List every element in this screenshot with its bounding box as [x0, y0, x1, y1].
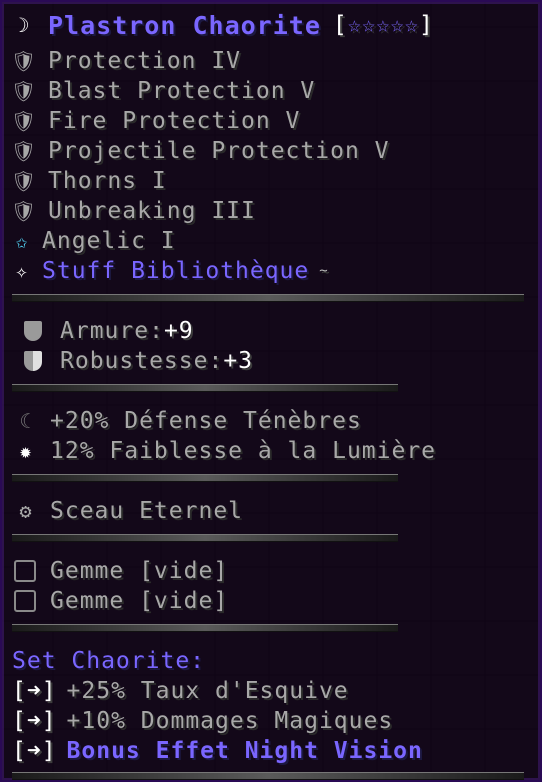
- armor-icon: 🛡: [10, 79, 38, 103]
- effect-label: 12% Faiblesse à la Lumière: [50, 438, 437, 464]
- arrow-icon: [➜]: [12, 738, 57, 764]
- armor-icon: 🛡: [10, 199, 38, 223]
- armor-icon: 🛡: [10, 109, 38, 133]
- enchantment-label: Unbreaking III: [48, 198, 256, 224]
- shield-icon: [24, 321, 42, 341]
- diamond-icon: ✧: [15, 259, 29, 283]
- armor-icon: 🛡: [10, 49, 38, 73]
- set-bonus-row: [➜] +10% Dommages Magiques: [12, 706, 393, 736]
- enchantment-row: 🛡 Projectile Protection V: [10, 136, 390, 166]
- rarity-bracket-close: ]: [418, 12, 434, 38]
- star-icon: ✩: [15, 229, 29, 253]
- empty-gem-icon: [14, 590, 36, 612]
- set-bonus-row: [➜] Bonus Effet Night Vision: [12, 736, 423, 766]
- enchantment-label: Projectile Protection V: [48, 138, 390, 164]
- divider: [12, 384, 398, 392]
- library-mark: ~: [319, 263, 329, 279]
- enchantment-row: 🛡 Blast Protection V: [10, 76, 316, 106]
- arrow-icon: [➜]: [12, 678, 57, 704]
- effect-row: ✹ 12% Faiblesse à la Lumière: [14, 436, 436, 466]
- rarity-stars: ☆☆☆☆☆: [347, 12, 419, 38]
- divider: [12, 624, 398, 632]
- enchantment-row: 🛡 Protection IV: [10, 46, 242, 76]
- rarity-bracket-open: [: [332, 12, 348, 38]
- stat-label: Robustesse:: [60, 348, 224, 374]
- arrow-icon: [➜]: [12, 708, 57, 734]
- seal-row: ⚙ Sceau Eternel: [14, 496, 243, 526]
- stat-value: +3: [223, 348, 254, 374]
- set-bonus-label: Bonus Effet Night Vision: [66, 738, 423, 764]
- armor-icon: 🛡: [10, 169, 38, 193]
- library-label: Stuff Bibliothèque: [42, 258, 310, 284]
- stat-row: Robustesse: +3: [24, 346, 253, 376]
- armor-icon: 🛡: [10, 139, 38, 163]
- gem-slot-row: Gemme [vide]: [14, 556, 228, 586]
- empty-gem-icon: [14, 560, 36, 582]
- stat-row: Armure: +9: [24, 316, 194, 346]
- gem-slot-label: Gemme [vide]: [50, 558, 229, 584]
- seal-label: Sceau Eternel: [50, 498, 244, 524]
- divider: [12, 772, 524, 780]
- moon-icon: ☾: [19, 409, 33, 433]
- angelic-row: ✩ Angelic I: [10, 226, 176, 256]
- stat-label: Armure:: [60, 318, 164, 344]
- enchantment-label: Fire Protection V: [48, 108, 301, 134]
- moon-icon: ☽: [17, 13, 31, 37]
- gem-slot-label: Gemme [vide]: [50, 588, 229, 614]
- effect-label: +20% Défense Ténèbres: [50, 408, 362, 434]
- enchantment-row: 🛡 Unbreaking III: [10, 196, 256, 226]
- item-title-row: ☽ Plastron Chaorite [ ☆☆☆☆☆ ]: [12, 10, 434, 40]
- enchantment-label: Protection IV: [48, 48, 242, 74]
- set-bonus-label: +25% Taux d'Esquive: [66, 678, 349, 704]
- enchantment-label: Blast Protection V: [48, 78, 316, 104]
- item-name: Plastron Chaorite: [48, 10, 321, 40]
- shield-icon: [24, 351, 42, 371]
- enchantment-label: Thorns I: [48, 168, 167, 194]
- effect-row: ☾ +20% Défense Ténèbres: [14, 406, 362, 436]
- enchantment-row: 🛡 Fire Protection V: [10, 106, 301, 136]
- set-title: Set Chaorite:: [12, 648, 206, 674]
- stat-value: +9: [163, 318, 194, 344]
- sun-icon: ✹: [19, 439, 33, 463]
- set-bonus-label: +10% Dommages Magiques: [66, 708, 394, 734]
- divider: [12, 294, 524, 302]
- library-row: ✧ Stuff Bibliothèque ~: [10, 256, 329, 286]
- seal-icon: ⚙: [19, 499, 33, 523]
- divider: [12, 534, 398, 542]
- enchantment-row: 🛡 Thorns I: [10, 166, 167, 196]
- angelic-label: Angelic I: [42, 228, 176, 254]
- gem-slot-row: Gemme [vide]: [14, 586, 228, 616]
- set-bonus-row: [➜] +25% Taux d'Esquive: [12, 676, 349, 706]
- divider: [12, 474, 398, 482]
- item-tooltip: ☽ Plastron Chaorite [ ☆☆☆☆☆ ] 🛡 Protecti…: [0, 0, 542, 782]
